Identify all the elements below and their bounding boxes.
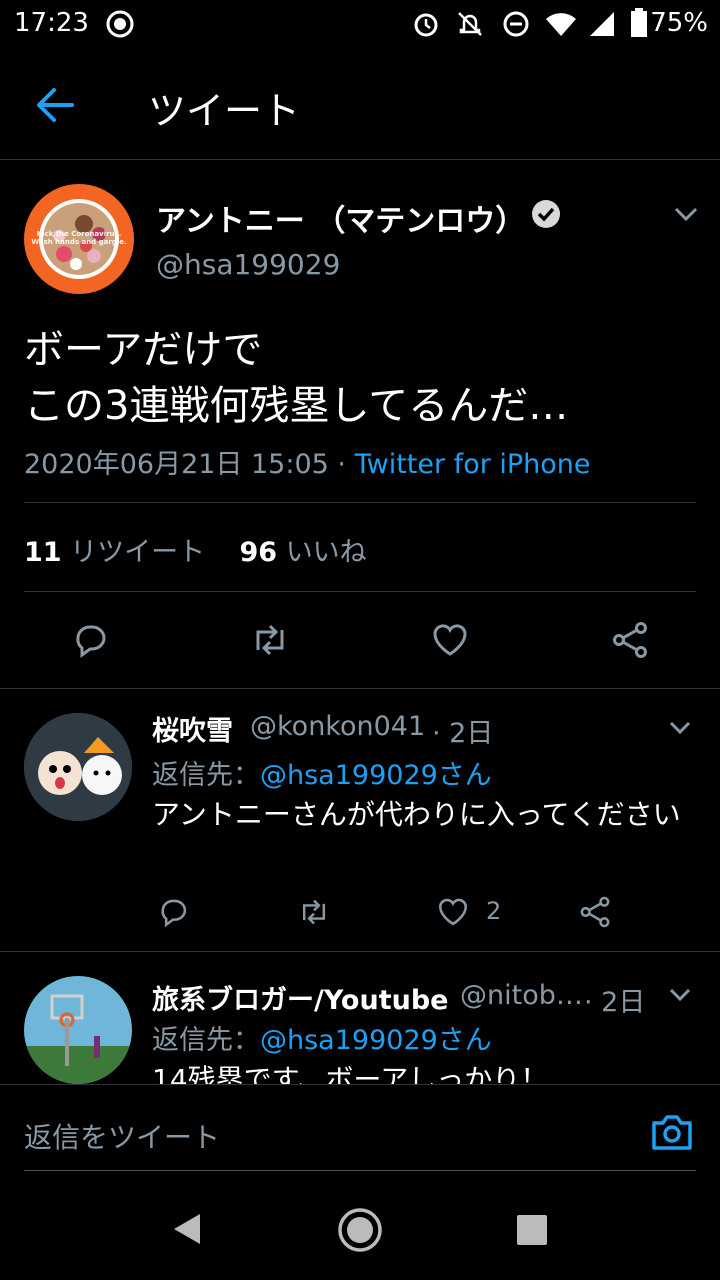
- back-button[interactable]: [30, 82, 82, 128]
- reply-time: · 2日: [432, 718, 494, 749]
- tweet-stats: 11 リツイート 96 いいね: [24, 530, 367, 569]
- reply-menu-chevron-icon[interactable]: [666, 982, 694, 1010]
- reply-to-label: 返信先：: [152, 1025, 260, 1056]
- reply-time: · 2日: [584, 987, 646, 1018]
- camera-icon[interactable]: [650, 1112, 694, 1156]
- tweet-menu-chevron-icon[interactable]: [670, 200, 702, 232]
- signal-icon: [588, 10, 616, 42]
- reply-to-line: 返信先：@hsa199029さん: [152, 753, 492, 792]
- reply-author-handle[interactable]: @konkon041: [250, 711, 425, 742]
- alarm-icon: [412, 10, 440, 42]
- header-divider: [0, 159, 720, 160]
- status-time: 17:23: [14, 8, 89, 38]
- stats-bottom-divider: [24, 591, 696, 592]
- reply-avatar[interactable]: [24, 976, 132, 1084]
- reply-item[interactable]: 桜吹雪 @konkon041 · 2日 返信先：@hsa199029さん アント…: [0, 689, 720, 951]
- avatar-caption: Kick the Coronavirus. Wash hands and gar…: [31, 230, 127, 246]
- reply-to-handle[interactable]: @hsa199029さん: [260, 760, 492, 791]
- like-label: いいね: [285, 537, 367, 568]
- reply-to-line: 返信先：@hsa199029さん: [152, 1018, 492, 1057]
- retweet-icon[interactable]: [248, 620, 292, 664]
- status-bar: 17:23 75%: [0, 0, 720, 50]
- reply-text: アントニーさんが代わりに入ってください: [152, 798, 681, 831]
- tweet-date: 2020年06月21日 15:05: [24, 449, 329, 480]
- app-notification-icon: [106, 10, 134, 42]
- author-avatar[interactable]: Kick the Coronavirus. Wash hands and gar…: [24, 184, 134, 294]
- retweet-count: 11: [24, 537, 62, 568]
- reply-item[interactable]: 旅系ブロガー/Youtube @nitob… · 2日 返信先：@hsa1990…: [0, 952, 720, 1084]
- tweet-meta: 2020年06月21日 15:05 · Twitter for iPhone: [24, 442, 591, 481]
- battery-icon: [630, 8, 648, 42]
- reply-reply-icon[interactable]: [156, 895, 190, 933]
- retweets-stat[interactable]: 11 リツイート: [24, 537, 214, 568]
- like-count: 96: [239, 537, 278, 568]
- share-icon[interactable]: [610, 620, 650, 664]
- system-nav-bar: [0, 1180, 720, 1280]
- author-handle[interactable]: @hsa199029: [156, 248, 340, 281]
- reply-to-handle[interactable]: @hsa199029さん: [260, 1025, 492, 1056]
- reply-author-handle[interactable]: @nitob…: [460, 980, 583, 1011]
- compose-underline: [24, 1170, 696, 1171]
- meta-separator: ·: [337, 449, 347, 480]
- reply-avatar[interactable]: [24, 713, 132, 821]
- reply-like-icon[interactable]: [436, 895, 470, 933]
- verified-badge-icon: [530, 198, 562, 234]
- wifi-icon: [544, 10, 578, 42]
- reply-menu-chevron-icon[interactable]: [666, 715, 694, 743]
- tweet-text-line-1: ボーアだけで: [24, 327, 263, 373]
- compose-top-divider: [0, 1084, 720, 1085]
- back-arrow-icon: [37, 88, 74, 122]
- reply-like-count: 2: [486, 897, 502, 925]
- tweet-text-line-2: この3連戦何残塁してるんだ…: [24, 383, 569, 429]
- nav-back-icon[interactable]: [172, 1212, 202, 1250]
- author-name[interactable]: アントニー （マテンロウ）: [156, 196, 525, 240]
- notifications-off-icon: [456, 10, 484, 42]
- reply-share-icon[interactable]: [578, 895, 612, 933]
- reply-author-name[interactable]: 桜吹雪: [152, 709, 233, 748]
- reply-retweet-icon[interactable]: [296, 895, 332, 933]
- reply-author-name[interactable]: 旅系ブロガー/Youtube: [152, 978, 448, 1017]
- tweet-source-link[interactable]: Twitter for iPhone: [355, 449, 591, 480]
- tweet-text: ボーアだけで この3連戦何残塁してるんだ…: [24, 322, 704, 434]
- nav-home-icon[interactable]: [336, 1206, 384, 1258]
- battery-percent: 75%: [650, 8, 708, 38]
- compose-bar: 返信をツイート: [0, 1084, 720, 1194]
- do-not-disturb-icon: [502, 10, 530, 42]
- reply-compose-input[interactable]: 返信をツイート: [24, 1116, 220, 1156]
- stats-top-divider: [24, 502, 696, 503]
- retweet-label: リツイート: [70, 537, 206, 568]
- reply-icon[interactable]: [70, 620, 110, 664]
- page-title: ツイート: [148, 89, 301, 133]
- likes-stat[interactable]: 96 いいね: [240, 537, 367, 568]
- nav-recents-icon[interactable]: [516, 1214, 548, 1250]
- reply-to-label: 返信先：: [152, 760, 260, 791]
- reply-text: 14残塁です、ボーアしっかり！: [152, 1063, 549, 1084]
- like-icon[interactable]: [430, 620, 470, 664]
